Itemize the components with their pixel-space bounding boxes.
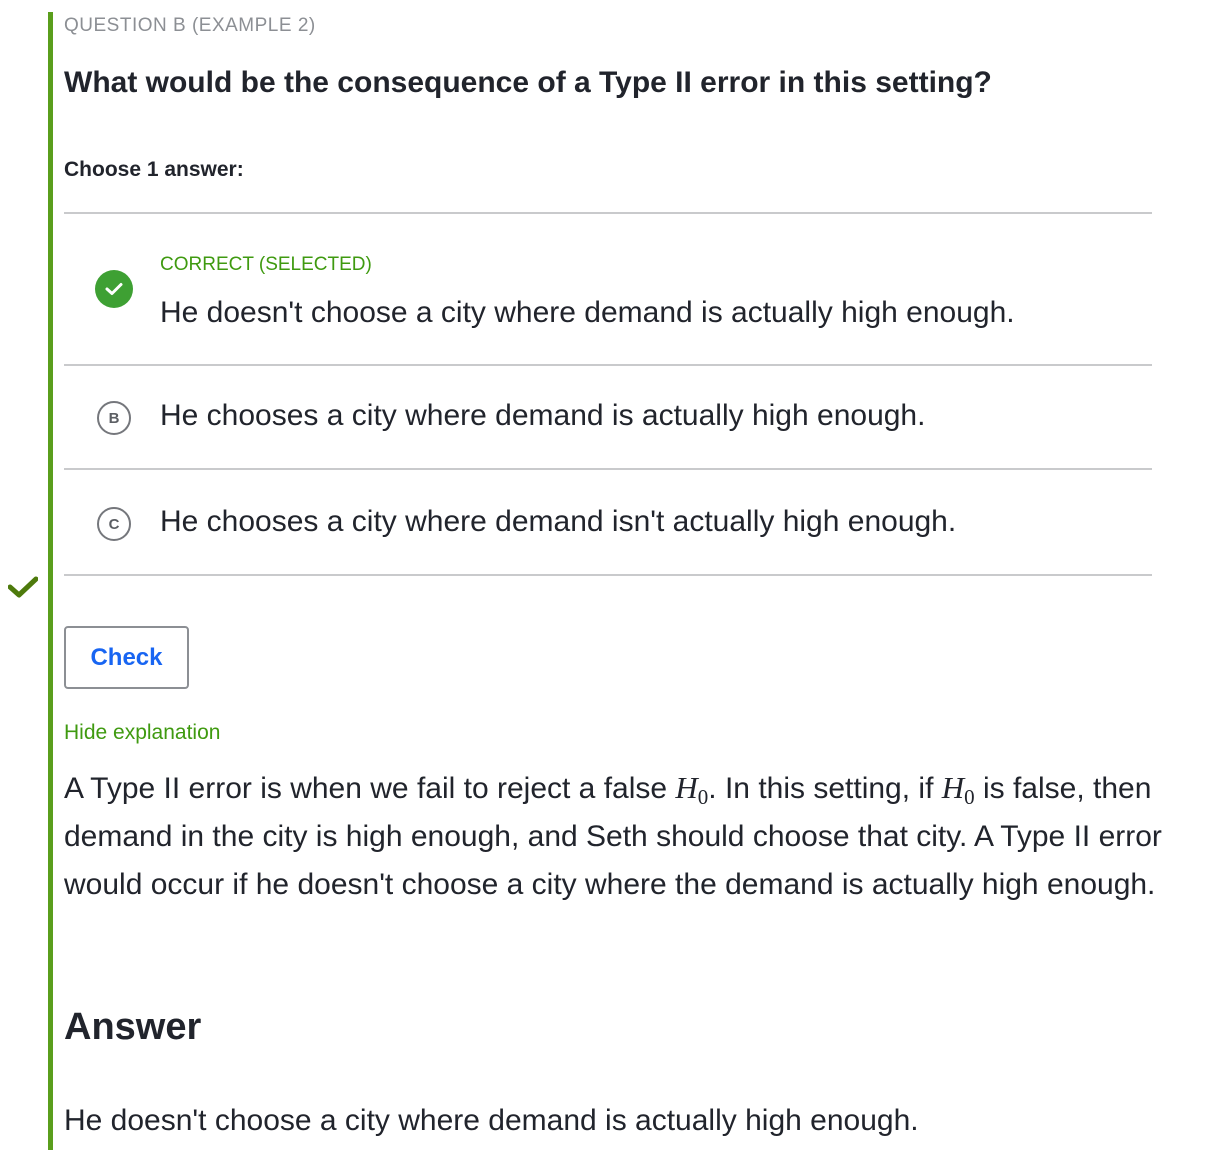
- question-eyebrow: QUESTION B (EXAMPLE 2): [64, 15, 316, 36]
- choice-c-text: He chooses a city where demand isn't act…: [160, 505, 957, 538]
- choice-a-text: He doesn't choose a city where demand is…: [160, 296, 1015, 329]
- choice-status-correct: CORRECT (SELECTED): [160, 254, 372, 275]
- checkmark-icon: [7, 576, 39, 598]
- choose-label: Choose 1 answer:: [64, 158, 244, 181]
- math-h0: H0: [675, 770, 709, 809]
- choice-c[interactable]: C He chooses a city where demand isn't a…: [64, 470, 1152, 574]
- choice-b-badge: B: [97, 401, 131, 435]
- answer-heading: Answer: [64, 1006, 202, 1048]
- choice-b-text: He chooses a city where demand is actual…: [160, 399, 926, 432]
- answer-text: He doesn't choose a city where demand is…: [64, 1104, 919, 1137]
- check-button[interactable]: Check: [64, 626, 189, 689]
- math-h0: H0: [941, 770, 975, 809]
- explanation-text: A Type II error is when we fail to rejec…: [64, 764, 1164, 909]
- choice-c-badge: C: [97, 507, 131, 541]
- hide-explanation-link[interactable]: Hide explanation: [64, 721, 220, 745]
- explanation-part: A Type II error is when we fail to rejec…: [64, 772, 676, 805]
- choice-a[interactable]: CORRECT (SELECTED) He doesn't choose a c…: [64, 214, 1152, 364]
- question-title: What would be the consequence of a Type …: [64, 66, 992, 99]
- explanation-part: . In this setting, if: [708, 772, 942, 805]
- choice-divider: [64, 574, 1152, 576]
- choice-b[interactable]: B He chooses a city where demand is actu…: [64, 366, 1152, 468]
- check-icon: [95, 270, 133, 308]
- question-accent-bar: [48, 12, 53, 1150]
